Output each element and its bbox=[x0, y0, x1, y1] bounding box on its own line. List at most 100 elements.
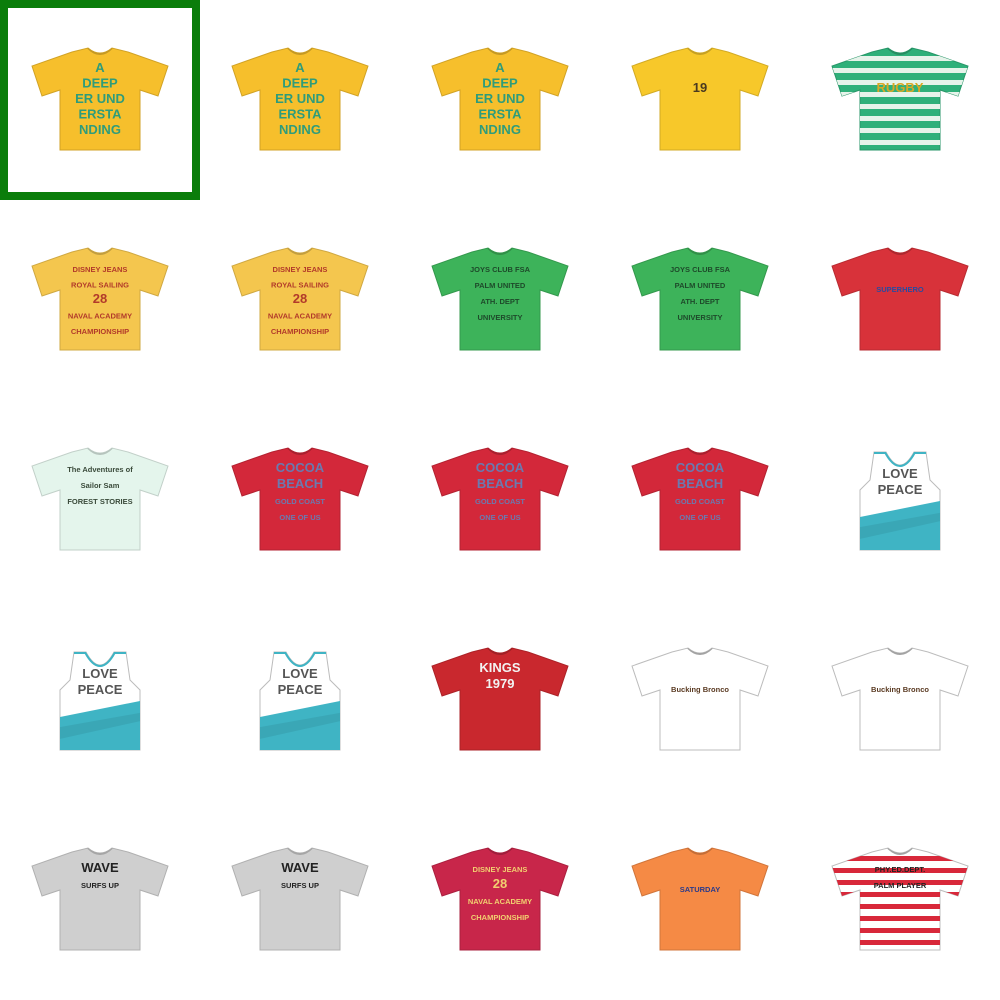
shirt-print-text: ONE OF US bbox=[279, 513, 320, 522]
product-image-grid: A DEEP ER UND ERSTA NDING A DEEP ER UND ERSTA NDI… bbox=[0, 0, 1000, 1000]
shirt-print-text: 28 bbox=[493, 876, 507, 891]
shirt-print-text: PEACE bbox=[278, 682, 323, 697]
shirt-print-text: SURFS UP bbox=[281, 881, 319, 890]
tshirt-image: The Adventures of Sailor Sam FOREST STORIE… bbox=[31, 447, 169, 551]
shirt-print-text: Bucking Bronco bbox=[671, 685, 729, 694]
shirt-print-text: COCOA bbox=[476, 460, 525, 475]
shirt-print-text: JOYS CLUB FSA bbox=[470, 265, 531, 274]
shirt-print-text: 28 bbox=[93, 291, 107, 306]
shirt-print-text: PALM UNITED bbox=[475, 281, 526, 290]
product-thumbnail[interactable]: The Adventures of Sailor Sam FOREST STORIE… bbox=[0, 400, 200, 600]
tshirt-image: Bucking Bronco bbox=[631, 647, 769, 751]
shirt-print-text: WAVE bbox=[81, 860, 119, 875]
shirt-print-text: BEACH bbox=[677, 476, 723, 491]
product-thumbnail[interactable]: LOVE PEACE bbox=[0, 600, 200, 800]
shirt-print-text: ONE OF US bbox=[679, 513, 720, 522]
shirt-print-text: ROYAL SAILING bbox=[271, 281, 329, 290]
shirt-print-text: The Adventures of bbox=[67, 465, 133, 474]
product-thumbnail[interactable]: A DEEP ER UND ERSTA NDING bbox=[400, 0, 600, 200]
product-thumbnail[interactable]: A DEEP ER UND ERSTA NDING bbox=[200, 0, 400, 200]
tshirt-image: LOVEPEACE bbox=[259, 651, 341, 751]
shirt-print-text: PALM UNITED bbox=[675, 281, 726, 290]
shirt-print-text: DEEP bbox=[282, 76, 318, 91]
shirt-print-text: ERSTA bbox=[478, 107, 522, 122]
product-thumbnail[interactable]: DISNEY JEANS ROYAL SAILING 28 NAVAL ACADEMY… bbox=[0, 200, 200, 400]
tshirt-image: SATURDAY bbox=[631, 847, 769, 951]
product-thumbnail[interactable]: COCOA BEACH GOLD COAST ONE OF US bbox=[200, 400, 400, 600]
shirt-print-text: LOVE bbox=[82, 666, 118, 681]
tshirt-image: ADEEPER UNDERSTANDING bbox=[31, 47, 169, 151]
shirt-print-text: SATURDAY bbox=[680, 885, 720, 894]
shirt-print-text: ER UND bbox=[475, 91, 525, 106]
product-thumbnail[interactable]: Bucking Bronco bbox=[800, 600, 1000, 800]
tshirt-image: JOYS CLUB FSA PALM UNITED ATH. DEPT UNIVERS… bbox=[431, 247, 569, 351]
shirt-print-text: BEACH bbox=[277, 476, 323, 491]
product-thumbnail[interactable]: JOYS CLUB FSA PALM UNITED ATH. DEPT UNIVERS… bbox=[400, 200, 600, 400]
shirt-print-text: ER UND bbox=[275, 91, 325, 106]
shirt-print-text: ER UND bbox=[75, 91, 125, 106]
tshirt-image: DISNEY JEANS ROYAL SAILING28 NAVAL ACADEMY… bbox=[31, 247, 169, 351]
product-thumbnail[interactable]: WAVE SURFS UP bbox=[0, 800, 200, 1000]
shirt-print-text: CHAMPIONSHIP bbox=[271, 327, 329, 336]
shirt-print-text: Sailor Sam bbox=[81, 481, 120, 490]
product-thumbnail[interactable]: RUGBY bbox=[800, 0, 1000, 200]
tshirt-image: KINGS1979 bbox=[431, 647, 569, 751]
product-thumbnail[interactable]: KINGS 1979 bbox=[400, 600, 600, 800]
shirt-print-text: Bucking Bronco bbox=[871, 685, 929, 694]
shirt-print-text: 19 bbox=[693, 80, 707, 95]
shirt-print-text: UNIVERSITY bbox=[677, 313, 722, 322]
shirt-print-text: 28 bbox=[293, 291, 307, 306]
product-thumbnail[interactable]: LOVE PEACE bbox=[800, 400, 1000, 600]
tshirt-image: WAVE SURFS UP bbox=[31, 847, 169, 951]
shirt-print-text: PHY.ED.DEPT. bbox=[875, 865, 925, 874]
shirt-print-text: DEEP bbox=[82, 76, 118, 91]
shirt-print-text: 1979 bbox=[486, 676, 515, 691]
tshirt-image: Bucking Bronco bbox=[831, 647, 969, 751]
product-thumbnail[interactable]: DISNEY JEANS ROYAL SAILING 28 NAVAL ACADEMY… bbox=[200, 200, 400, 400]
shirt-print-text: GOLD COAST bbox=[675, 497, 725, 506]
tshirt-image: DISNEY JEANS ROYAL SAILING28 NAVAL ACADEMY… bbox=[231, 247, 369, 351]
shirt-print-text: A bbox=[495, 60, 505, 75]
product-thumbnail[interactable]: 19 bbox=[600, 0, 800, 200]
product-thumbnail[interactable]: COCOA BEACH GOLD COAST ONE OF US bbox=[400, 400, 600, 600]
shirt-print-text: ATH. DEPT bbox=[480, 297, 519, 306]
tshirt-image: COCOABEACH GOLD COAST ONE OF US bbox=[231, 447, 369, 551]
shirt-print-text: ERSTA bbox=[278, 107, 322, 122]
shirt-print-text: FOREST STORIES bbox=[67, 497, 132, 506]
shirt-print-text: WAVE bbox=[281, 860, 319, 875]
shirt-print-text: SUPERHERO bbox=[876, 285, 924, 294]
tshirt-image: JOYS CLUB FSA PALM UNITED ATH. DEPT UNIVERS… bbox=[631, 247, 769, 351]
tshirt-image: ADEEPER UNDERSTANDING bbox=[431, 47, 569, 151]
shirt-print-text: CHAMPIONSHIP bbox=[471, 913, 529, 922]
product-thumbnail[interactable]: Bucking Bronco bbox=[600, 600, 800, 800]
shirt-print-text: ATH. DEPT bbox=[680, 297, 719, 306]
shirt-print-text: NDING bbox=[79, 122, 121, 137]
shirt-print-text: ONE OF US bbox=[479, 513, 520, 522]
shirt-print-text: A bbox=[95, 60, 105, 75]
shirt-print-text: DISNEY JEANS bbox=[273, 265, 328, 274]
product-thumbnail[interactable]: PHY.ED.DEPT. PALM PLAYER bbox=[800, 800, 1000, 1000]
shirt-print-text: PALM PLAYER bbox=[874, 881, 927, 890]
shirt-print-text: GOLD COAST bbox=[475, 497, 525, 506]
shirt-print-text: UNIVERSITY bbox=[477, 313, 522, 322]
product-thumbnail[interactable]: LOVE PEACE bbox=[200, 600, 400, 800]
shirt-print-text: DEEP bbox=[482, 76, 518, 91]
tshirt-image: RUGBY bbox=[831, 47, 969, 151]
shirt-print-text: LOVE bbox=[282, 666, 318, 681]
shirt-print-text: NDING bbox=[279, 122, 321, 137]
shirt-print-text: A bbox=[295, 60, 305, 75]
product-thumbnail[interactable]: WAVE SURFS UP bbox=[200, 800, 400, 1000]
product-thumbnail[interactable]: JOYS CLUB FSA PALM UNITED ATH. DEPT UNIVERS… bbox=[600, 200, 800, 400]
shirt-print-text: DISNEY JEANS bbox=[473, 865, 528, 874]
tshirt-image: PHY.ED.DEPT. PALM PLAYER bbox=[831, 847, 969, 951]
shirt-print-text: NAVAL ACADEMY bbox=[268, 312, 332, 321]
product-thumbnail[interactable]: SUPERHERO bbox=[800, 200, 1000, 400]
product-thumbnail[interactable]: DISNEY JEANS 28 NAVAL ACADEMY CHAMPIONSHIP bbox=[400, 800, 600, 1000]
shirt-print-text: SURFS UP bbox=[81, 881, 119, 890]
product-thumbnail[interactable]: A DEEP ER UND ERSTA NDING bbox=[0, 0, 200, 200]
product-thumbnail[interactable]: COCOA BEACH GOLD COAST ONE OF US bbox=[600, 400, 800, 600]
tshirt-image: WAVE SURFS UP bbox=[231, 847, 369, 951]
product-thumbnail[interactable]: SATURDAY bbox=[600, 800, 800, 1000]
shirt-print-text: JOYS CLUB FSA bbox=[670, 265, 731, 274]
shirt-print-text: GOLD COAST bbox=[275, 497, 325, 506]
